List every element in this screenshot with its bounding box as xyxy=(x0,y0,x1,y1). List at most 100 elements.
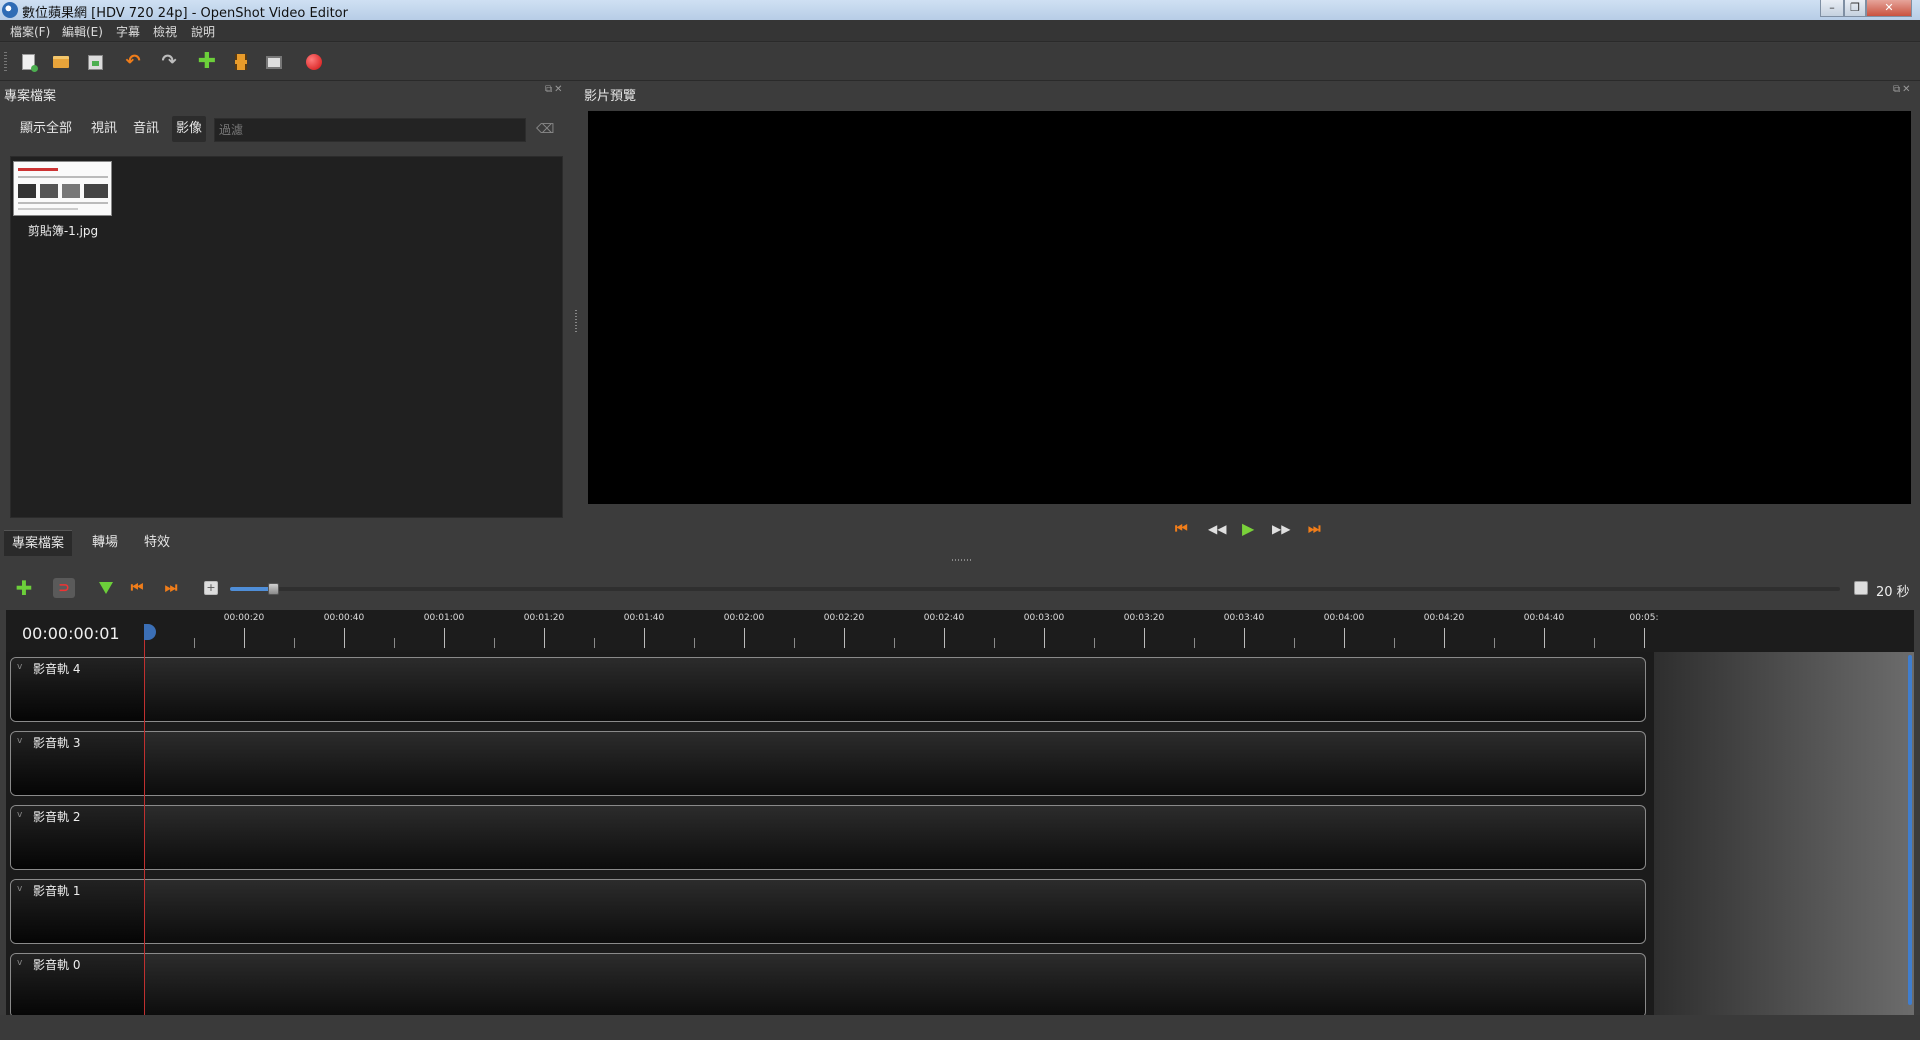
tab-project-files[interactable]: 專案檔案 xyxy=(4,530,73,556)
next-marker-icon: ⏭ xyxy=(164,580,178,596)
track-name: 影音軌 2 xyxy=(33,810,81,824)
undo-button[interactable]: ↶ xyxy=(122,51,144,73)
file-item[interactable]: 剪貼簿-1.jpg xyxy=(13,161,113,239)
ruler-label: 00:02:20 xyxy=(823,613,865,623)
zoom-slider-fill xyxy=(230,587,272,591)
rewind-button[interactable]: ◀◀ xyxy=(1208,518,1226,540)
zoom-slider-track[interactable] xyxy=(230,587,1840,591)
project-files-dock-buttons[interactable]: ⧉✕ xyxy=(545,84,565,95)
add-track-button[interactable]: ✚ xyxy=(13,577,35,599)
export-video-button[interactable] xyxy=(303,51,325,73)
previous-marker-button[interactable]: ⏮ xyxy=(126,577,148,599)
import-files-icon: ✚ xyxy=(197,49,217,74)
ruler-minor-tick xyxy=(1094,638,1095,648)
track-1[interactable]: v 影音軌 1 xyxy=(10,879,1646,944)
collapse-icon[interactable]: v xyxy=(17,662,22,672)
zoom-scale-icon xyxy=(1854,581,1868,595)
redo-icon: ↷ xyxy=(161,51,177,72)
track-header[interactable]: v 影音軌 3 xyxy=(11,732,145,795)
video-preview-canvas[interactable] xyxy=(588,111,1911,504)
zoom-box-icon: + xyxy=(204,581,218,595)
add-marker-button[interactable] xyxy=(95,577,117,599)
main-toolbar: ↶ ↷ ✚ xyxy=(0,43,1920,81)
menu-titles[interactable]: 字幕 xyxy=(116,23,140,40)
ruler-major-tick xyxy=(1344,628,1345,648)
track-header[interactable]: v 影音軌 0 xyxy=(11,954,145,1015)
snapping-button[interactable]: ⊃ xyxy=(53,577,75,599)
open-project-icon xyxy=(53,56,69,68)
track-name: 影音軌 3 xyxy=(33,736,81,750)
filter-show-all[interactable]: 顯示全部 xyxy=(16,116,76,142)
fullscreen-button[interactable] xyxy=(263,51,285,73)
marker-icon xyxy=(99,582,113,594)
filter-audio[interactable]: 音訊 xyxy=(129,116,163,142)
collapse-icon[interactable]: v xyxy=(17,884,22,894)
save-project-button[interactable] xyxy=(84,51,106,73)
time-ruler[interactable]: 00:00:00:01 00:00:20 00:00:40 00:01:00 00:0… xyxy=(6,610,1914,652)
menu-help[interactable]: 說明 xyxy=(191,23,215,40)
play-button[interactable]: ▶ xyxy=(1242,518,1254,540)
fullscreen-icon xyxy=(266,55,282,69)
collapse-icon[interactable]: v xyxy=(17,736,22,746)
fast-forward-button[interactable]: ▶▶ xyxy=(1272,518,1290,540)
filter-image[interactable]: 影像 xyxy=(172,116,207,142)
ruler-label: 00:02:40 xyxy=(923,613,965,623)
track-header[interactable]: v 影音軌 1 xyxy=(11,880,145,943)
ruler-minor-tick xyxy=(494,638,495,648)
previous-marker-icon: ⏮ xyxy=(130,580,144,596)
next-marker-button[interactable]: ⏭ xyxy=(160,577,182,599)
project-files-list[interactable]: 剪貼簿-1.jpg xyxy=(10,156,563,518)
redo-button[interactable]: ↷ xyxy=(158,51,180,73)
timeline-vertical-scrollbar[interactable] xyxy=(1908,655,1912,1005)
close-button[interactable]: ✕ xyxy=(1866,0,1912,17)
jump-to-start-button[interactable]: ⏮ xyxy=(1175,518,1188,540)
magnet-icon: ⊃ xyxy=(53,578,75,598)
track-3[interactable]: v 影音軌 3 xyxy=(10,731,1646,796)
tab-effects[interactable]: 特效 xyxy=(136,530,178,556)
timeline[interactable]: 00:00:00:01 00:00:20 00:00:40 00:01:00 00:0… xyxy=(6,610,1914,1015)
ruler-minor-tick xyxy=(994,638,995,648)
jump-to-end-button[interactable]: ⏭ xyxy=(1308,518,1321,540)
window-title: 數位蘋果網 [HDV 720 24p] - OpenShot Video Edi… xyxy=(22,6,348,21)
video-preview-dock-buttons[interactable]: ⧉✕ xyxy=(1893,84,1913,95)
ruler-major-tick xyxy=(244,628,245,648)
ruler-minor-tick xyxy=(694,638,695,648)
filter-video[interactable]: 視訊 xyxy=(87,116,121,142)
ruler-major-tick xyxy=(944,628,945,648)
profile-button[interactable] xyxy=(230,51,252,73)
collapse-icon[interactable]: v xyxy=(17,958,22,968)
new-project-button[interactable] xyxy=(17,51,39,73)
toolbar-grip[interactable] xyxy=(4,52,7,72)
ruler-minor-tick xyxy=(294,638,295,648)
import-files-button[interactable]: ✚ xyxy=(196,51,218,73)
vertical-splitter-handle[interactable] xyxy=(575,310,577,332)
track-0[interactable]: v 影音軌 0 xyxy=(10,953,1646,1015)
status-bar xyxy=(0,1015,1920,1040)
collapse-icon[interactable]: v xyxy=(17,810,22,820)
playhead-handle[interactable] xyxy=(144,624,156,640)
undo-icon: ↶ xyxy=(125,51,141,72)
menu-file[interactable]: 檔案(F) xyxy=(10,23,50,40)
ruler-minor-tick xyxy=(1194,638,1195,648)
ruler-label: 00:01:00 xyxy=(423,613,465,623)
open-project-button[interactable] xyxy=(50,51,72,73)
ruler-major-tick xyxy=(1044,628,1045,648)
menu-edit[interactable]: 編輯(E) xyxy=(62,23,103,40)
ruler-minor-tick xyxy=(194,638,195,648)
ruler-label: 00:03:20 xyxy=(1123,613,1165,623)
horizontal-splitter-handle[interactable] xyxy=(952,559,972,561)
minimize-button[interactable]: – xyxy=(1820,0,1844,17)
track-header[interactable]: v 影音軌 2 xyxy=(11,806,145,869)
filter-input[interactable] xyxy=(214,118,526,142)
menu-view[interactable]: 檢視 xyxy=(153,23,177,40)
restore-button[interactable]: ❐ xyxy=(1844,0,1866,17)
center-timeline-button[interactable]: + xyxy=(200,577,222,599)
clear-filter-icon[interactable]: ⌫ xyxy=(536,122,554,137)
track-4[interactable]: v 影音軌 4 xyxy=(10,657,1646,722)
track-name: 影音軌 0 xyxy=(33,958,81,972)
zoom-slider-handle[interactable] xyxy=(268,583,279,595)
track-2[interactable]: v 影音軌 2 xyxy=(10,805,1646,870)
track-header[interactable]: v 影音軌 4 xyxy=(11,658,145,721)
tab-transitions[interactable]: 轉場 xyxy=(84,530,126,556)
ruler-minor-tick xyxy=(1494,638,1495,648)
